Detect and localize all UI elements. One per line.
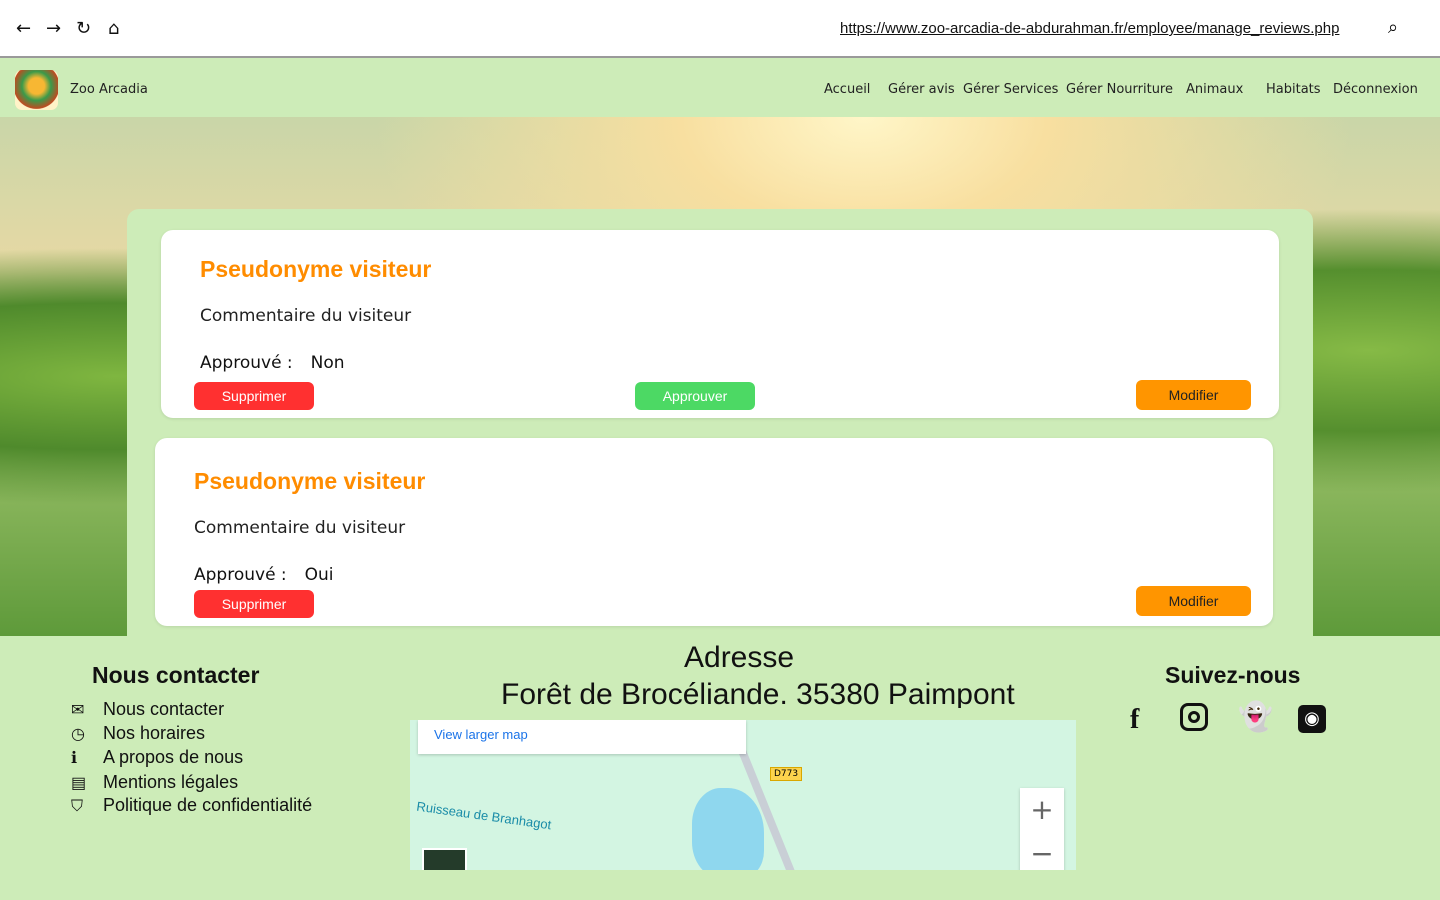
info-icon: ℹ: [71, 750, 78, 767]
nav-accueil[interactable]: Accueil: [824, 82, 870, 97]
edit-button[interactable]: Modifier: [1136, 380, 1251, 410]
delete-button[interactable]: Supprimer: [194, 382, 314, 410]
map-zoom-controls: + −: [1020, 788, 1064, 870]
review-comment: Commentaire du visiteur: [200, 306, 412, 326]
link-legal[interactable]: ▤ Mentions légales: [71, 772, 238, 793]
approved-label: Approuvé :: [194, 565, 287, 585]
link-contact[interactable]: ✉ Nous contacter: [71, 699, 224, 720]
link-label: Mentions légales: [103, 772, 239, 792]
nav-gerer-nourriture[interactable]: Gérer Nourriture: [1066, 82, 1173, 97]
clock-icon: ◷: [71, 726, 85, 743]
link-label: Politique de confidentialité: [103, 795, 313, 815]
nav-animaux[interactable]: Animaux: [1186, 82, 1243, 97]
review-card: Pseudonyme visiteur Commentaire du visit…: [155, 438, 1273, 626]
navbar: Zoo Arcadia Accueil Gérer avis Gérer Ser…: [0, 60, 1440, 117]
browser-toolbar: ← → ↻ ⌂ https://www.zoo-arcadia-de-abdur…: [0, 0, 1440, 58]
follow-title: Suivez-nous: [1165, 662, 1301, 688]
zoom-out-button[interactable]: −: [1020, 832, 1064, 870]
map-info-card: View larger map: [418, 720, 746, 754]
approved-label: Approuvé :: [200, 353, 293, 373]
approved-value: Oui: [304, 565, 334, 585]
reload-icon[interactable]: ↻: [76, 18, 91, 39]
zoom-in-button[interactable]: +: [1020, 788, 1064, 832]
address-title: Adresse: [684, 641, 795, 674]
satellite-toggle[interactable]: [422, 848, 467, 870]
map-embed[interactable]: D773 Ruisseau de Branhagot View larger m…: [410, 720, 1076, 870]
url-bar[interactable]: https://www.zoo-arcadia-de-abdurahman.fr…: [840, 20, 1339, 37]
forward-icon[interactable]: →: [46, 18, 61, 39]
review-card: Pseudonyme visiteur Commentaire du visit…: [161, 230, 1279, 418]
brand-name[interactable]: Zoo Arcadia: [70, 82, 148, 97]
document-icon: ▤: [71, 775, 87, 792]
zoo-logo[interactable]: [15, 70, 58, 110]
address-text: Forêt de Brocéliande. 35380 Paimpont: [501, 678, 1015, 708]
link-privacy[interactable]: ⛉ Politique de confidentialité: [71, 795, 312, 816]
link-label: Nous contacter: [103, 699, 225, 719]
home-icon[interactable]: ⌂: [108, 18, 119, 39]
delete-button[interactable]: Supprimer: [194, 590, 314, 618]
reviews-panel: Pseudonyme visiteur Commentaire du visit…: [127, 209, 1313, 636]
footer: Nous contacter ✉ Nous contacter ◷ Nos hora…: [0, 636, 1440, 900]
road-label: D773: [770, 767, 803, 781]
approve-button[interactable]: Approuver: [635, 382, 755, 410]
link-horaires[interactable]: ◷ Nos horaires: [71, 723, 205, 744]
river-label: Ruisseau de Branhagot: [415, 798, 553, 833]
back-icon[interactable]: ←: [16, 18, 31, 39]
link-label: A propos de nous: [103, 747, 244, 767]
hero-background: Pseudonyme visiteur Commentaire du visit…: [0, 117, 1440, 636]
edit-button[interactable]: Modifier: [1136, 586, 1251, 616]
search-icon[interactable]: ⌕: [1388, 17, 1398, 38]
shield-icon: ⛉: [71, 798, 84, 815]
review-approved: Approuvé : Non: [200, 353, 345, 373]
nav-gerer-services[interactable]: Gérer Services: [963, 82, 1058, 97]
instagram-icon[interactable]: [1180, 703, 1208, 731]
github-icon[interactable]: ◉: [1298, 705, 1326, 733]
review-approved: Approuvé : Oui: [194, 565, 334, 585]
nav-habitats[interactable]: Habitats: [1266, 82, 1321, 97]
nav-deconnexion[interactable]: Déconnexion: [1333, 82, 1418, 97]
facebook-icon[interactable]: f: [1130, 704, 1139, 736]
envelope-icon: ✉: [71, 702, 85, 719]
link-label: Nos horaires: [103, 723, 206, 743]
review-pseudo: Pseudonyme visiteur: [194, 468, 426, 494]
approved-value: Non: [310, 353, 345, 373]
map-lake: [692, 788, 764, 870]
nav-gerer-avis[interactable]: Gérer avis: [888, 82, 955, 97]
contact-title: Nous contacter: [92, 662, 260, 688]
snapchat-icon[interactable]: 👻: [1238, 700, 1273, 733]
review-pseudo: Pseudonyme visiteur: [200, 256, 432, 282]
review-comment: Commentaire du visiteur: [194, 518, 406, 538]
view-larger-map-link[interactable]: View larger map: [434, 727, 528, 742]
link-about[interactable]: ℹ A propos de nous: [71, 747, 243, 768]
instagram-lens: [1188, 711, 1200, 723]
